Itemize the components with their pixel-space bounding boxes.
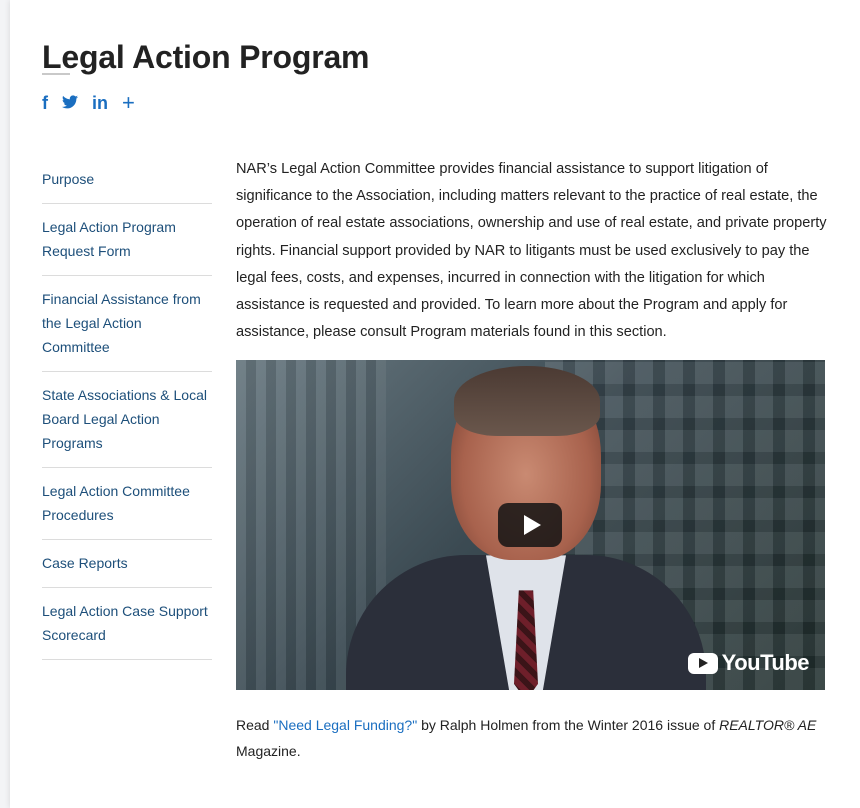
facebook-icon[interactable]: f: [42, 92, 48, 114]
intro-paragraph: NAR’s Legal Action Committee provides fi…: [236, 161, 827, 341]
sidebar-item-state-local-programs[interactable]: State Associations & Local Board Legal A…: [42, 372, 212, 468]
sidebar-nav: Purpose Legal Action Program Request For…: [42, 156, 212, 660]
main-content: NAR’s Legal Action Committee provides fi…: [236, 156, 832, 764]
play-button[interactable]: [498, 503, 562, 548]
sidebar-item-purpose[interactable]: Purpose: [42, 156, 212, 204]
play-icon: [523, 515, 541, 536]
publication-name: REALTOR® AE: [719, 717, 817, 734]
social-share-bar: f in +: [42, 92, 135, 114]
sidebar-item-label: Case Reports: [42, 555, 128, 571]
sidebar-item-label: Legal Action Program Request Form: [42, 219, 176, 259]
read-middle: by Ralph Holmen from the Winter 2016 iss…: [417, 717, 720, 734]
sidebar-item-label: Purpose: [42, 171, 95, 187]
linkedin-icon[interactable]: in: [92, 92, 108, 114]
sidebar-item-financial-assistance[interactable]: Financial Assistance from the Legal Acti…: [42, 276, 212, 372]
read-prefix: Read: [236, 717, 274, 734]
video-player[interactable]: YouTube: [236, 360, 825, 691]
sidebar-item-label: Financial Assistance from the Legal Acti…: [42, 291, 201, 355]
need-legal-funding-link[interactable]: "Need Legal Funding?": [273, 717, 417, 733]
read-more-line: Read "Need Legal Funding?" by Ralph Holm…: [236, 712, 832, 764]
youtube-play-icon: [687, 652, 718, 674]
page-title: Legal Action Program: [42, 39, 370, 76]
sidebar-item-label: Legal Action Committee Procedures: [42, 483, 190, 523]
sidebar-item-request-form[interactable]: Legal Action Program Request Form: [42, 204, 212, 276]
sidebar-item-label: Legal Action Case Support Scorecard: [42, 603, 208, 643]
sidebar-item-case-reports[interactable]: Case Reports: [42, 540, 212, 588]
speaker-hair: [454, 366, 600, 437]
sidebar-item-procedures[interactable]: Legal Action Committee Procedures: [42, 468, 212, 540]
more-share-icon[interactable]: +: [122, 92, 135, 114]
sidebar-item-label: State Associations & Local Board Legal A…: [42, 387, 207, 451]
youtube-wordmark: YouTube: [721, 650, 810, 676]
title-divider: [42, 73, 70, 75]
read-suffix: Magazine.: [236, 743, 301, 760]
sidebar-item-scorecard[interactable]: Legal Action Case Support Scorecard: [42, 588, 212, 660]
twitter-icon[interactable]: [62, 92, 78, 114]
youtube-logo[interactable]: YouTube: [687, 650, 810, 676]
page-container: Legal Action Program f in + Purpose Lega…: [10, 0, 860, 808]
